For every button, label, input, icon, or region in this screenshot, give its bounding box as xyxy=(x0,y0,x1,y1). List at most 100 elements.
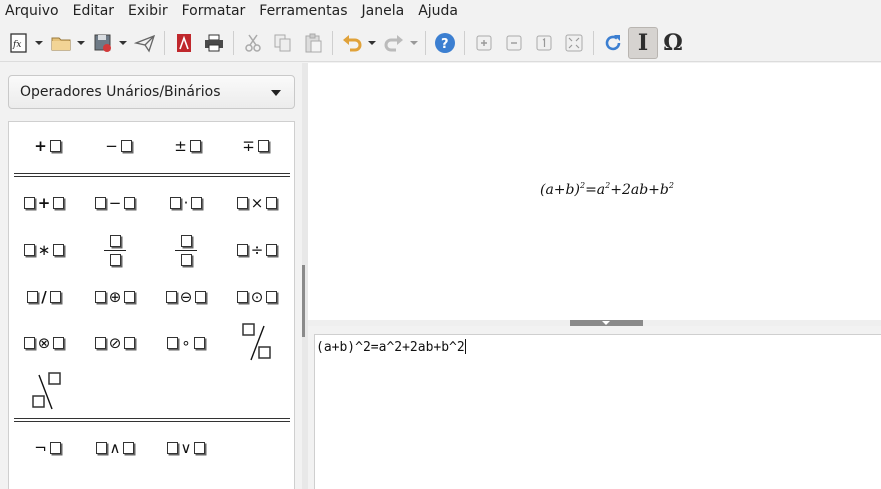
placeholder-box xyxy=(266,244,278,256)
placeholder-box xyxy=(191,197,203,209)
element-logical-and[interactable]: ∧ xyxy=(83,428,147,468)
placeholder-box xyxy=(166,442,178,454)
menu-janela[interactable]: Janela xyxy=(362,0,405,22)
element-binary-asterisk[interactable]: ∗ xyxy=(12,230,76,270)
operator-symbol: ⊖ xyxy=(179,288,193,306)
element-logical-not[interactable]: ¬ xyxy=(15,428,79,468)
splitter-handle[interactable] xyxy=(302,265,305,337)
category-dropdown[interactable]: Operadores Unários/Binários xyxy=(8,75,295,109)
wide-slash-glyph xyxy=(242,323,271,361)
element-unary-plus[interactable]: + xyxy=(15,126,79,166)
copy-button[interactable] xyxy=(268,27,298,59)
element-unary-minus[interactable]: − xyxy=(86,126,150,166)
fit-all-icon xyxy=(565,34,583,51)
element-logical-or[interactable]: ∨ xyxy=(154,428,218,468)
placeholder-box xyxy=(23,197,35,209)
redo-dropdown-arrow[interactable] xyxy=(409,27,419,59)
placeholder-box xyxy=(124,337,136,349)
placeholder-box xyxy=(123,442,135,454)
svg-text:fx: fx xyxy=(12,40,21,50)
placeholder-box xyxy=(180,234,192,247)
menu-exibir[interactable]: Exibir xyxy=(128,0,168,22)
open-dropdown-arrow[interactable] xyxy=(76,27,86,59)
command-editor[interactable]: (a+b)^2=a^2+2ab+b^2 xyxy=(314,334,881,489)
undo-icon xyxy=(343,34,362,51)
toolbar-separator xyxy=(332,30,333,55)
operator-symbol: ∓ xyxy=(242,137,255,155)
element-minus-plus[interactable]: ∓ xyxy=(223,126,287,166)
zoom-out-button[interactable] xyxy=(499,27,529,59)
element-fraction-over[interactable] xyxy=(83,228,147,272)
element-binary-divide[interactable]: ÷ xyxy=(225,230,289,270)
save-dropdown-arrow[interactable] xyxy=(118,27,128,59)
menu-ferramentas[interactable]: Ferramentas xyxy=(259,0,347,22)
placeholder-box xyxy=(94,291,106,303)
element-wide-slash[interactable] xyxy=(225,318,289,366)
formula-exponent: 2 xyxy=(668,181,674,190)
element-binary-circled-minus[interactable]: ⊖ xyxy=(154,277,218,317)
command-text[interactable]: (a+b)^2=a^2+2ab+b^2 xyxy=(316,339,466,355)
folder-icon xyxy=(51,37,71,50)
send-email-button[interactable] xyxy=(130,27,160,59)
save-button[interactable] xyxy=(88,27,118,59)
operator-symbol: + xyxy=(37,194,51,212)
paste-button[interactable] xyxy=(298,27,328,59)
placeholder-box xyxy=(266,291,278,303)
fraction-glyph xyxy=(175,234,197,266)
new-dropdown-arrow[interactable] xyxy=(34,27,44,59)
element-binary-plus[interactable]: + xyxy=(12,183,76,223)
zoom-in-icon xyxy=(476,35,492,50)
operator-symbol: ⊗ xyxy=(37,334,51,352)
placeholder-box xyxy=(165,291,177,303)
open-button[interactable] xyxy=(46,27,76,59)
operator-symbol: ∘ xyxy=(181,334,191,352)
help-button[interactable]: ? xyxy=(430,27,460,59)
placeholder-box xyxy=(266,197,278,209)
operator-symbol: ∨ xyxy=(180,439,192,457)
cut-button[interactable] xyxy=(238,27,268,59)
element-binary-circled-times[interactable]: ⊗ xyxy=(12,323,76,363)
menu-formatar[interactable]: Formatar xyxy=(182,0,246,22)
menu-arquivo[interactable]: Arquivo xyxy=(5,0,59,22)
placeholder-box xyxy=(49,140,61,152)
printer-icon xyxy=(205,34,223,51)
export-pdf-button[interactable] xyxy=(169,27,199,59)
operator-symbol: ⊙ xyxy=(250,288,264,306)
pdf-icon xyxy=(177,33,191,52)
element-binary-circle[interactable]: ∘ xyxy=(154,323,218,363)
undo-button[interactable] xyxy=(337,27,367,59)
placeholder-box xyxy=(49,442,61,454)
element-binary-minus[interactable]: − xyxy=(83,183,147,223)
show-all-button[interactable] xyxy=(559,27,589,59)
formula-cursor-button[interactable]: I xyxy=(628,26,658,59)
symbols-button[interactable]: Ω xyxy=(658,27,688,59)
element-fraction-wide[interactable] xyxy=(154,228,218,272)
redo-button[interactable] xyxy=(379,27,409,59)
element-binary-slash[interactable]: / xyxy=(12,277,76,317)
element-binary-circled-plus[interactable]: ⊕ xyxy=(83,277,147,317)
element-binary-circled-slash[interactable]: ⊘ xyxy=(83,323,147,363)
element-wide-backslash[interactable] xyxy=(15,368,79,414)
operator-symbol: ⊘ xyxy=(108,334,122,352)
element-plus-minus[interactable]: ± xyxy=(155,126,219,166)
placeholder-box xyxy=(23,337,35,349)
element-binary-times[interactable]: × xyxy=(225,183,289,223)
element-binary-cdot[interactable]: · xyxy=(154,183,218,223)
menu-ajuda[interactable]: Ajuda xyxy=(418,0,458,22)
print-button[interactable] xyxy=(199,27,229,59)
placeholder-box xyxy=(109,234,121,247)
operator-symbol: − xyxy=(105,137,118,155)
menu-editar[interactable]: Editar xyxy=(73,0,114,22)
zoom-in-button[interactable] xyxy=(469,27,499,59)
placeholder-box xyxy=(169,197,181,209)
zoom-out-icon xyxy=(506,35,522,50)
element-binary-circled-dot[interactable]: ⊙ xyxy=(225,277,289,317)
text-caret xyxy=(464,339,466,354)
zoom-100-button[interactable] xyxy=(529,27,559,59)
new-formula-button[interactable]: fx xyxy=(4,27,34,59)
fraction-glyph xyxy=(104,234,126,266)
formula-preview[interactable]: (a+b)2=a2+2ab+b2 xyxy=(308,63,881,320)
update-button[interactable] xyxy=(598,27,628,59)
undo-dropdown-arrow[interactable] xyxy=(367,27,377,59)
placeholder-box xyxy=(124,291,136,303)
